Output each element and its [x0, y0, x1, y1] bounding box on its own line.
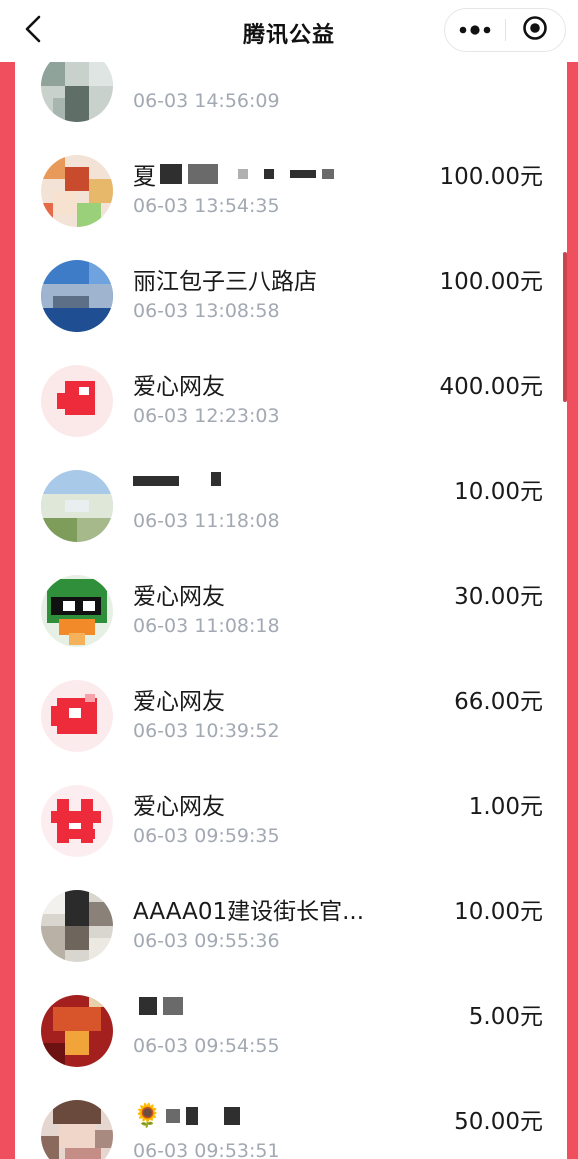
redacted-block	[185, 1106, 198, 1125]
more-dots-icon	[458, 21, 492, 40]
donation-time: 06-03 11:08:18	[133, 615, 280, 637]
donor-name: 夏	[133, 157, 340, 191]
donor-name: 爱心网友	[133, 689, 225, 715]
list-item[interactable]: 爱心网友 06-03 12:23:03 400.00元	[15, 329, 567, 437]
close-button[interactable]	[505, 9, 565, 51]
redacted-block	[188, 164, 218, 184]
avatar	[41, 680, 113, 752]
redacted-block	[238, 169, 248, 179]
donation-amount: 10.00元	[454, 479, 543, 505]
donor-name: 🌻	[133, 1102, 246, 1129]
list-item[interactable]: 爱心网友 06-03 11:08:18 30.00元	[15, 539, 567, 647]
mini-program-capsule	[444, 8, 566, 52]
donation-time: 06-03 09:59:35	[133, 825, 280, 847]
avatar	[41, 470, 113, 542]
donation-time: 06-03 12:23:03	[133, 405, 280, 427]
avatar	[41, 890, 113, 962]
donation-amount: 100.00元	[439, 269, 543, 295]
donation-amount: 100.00元	[439, 164, 543, 190]
donor-name: 爱心网友	[133, 794, 225, 820]
list-item[interactable]: 爱心网友 06-03 09:59:35 1.00元	[15, 749, 567, 857]
redacted-block	[290, 170, 316, 178]
donation-time: 06-03 09:55:36	[133, 930, 280, 952]
list-item[interactable]: 丽江包子三八路店 06-03 13:08:58 100.00元	[15, 224, 567, 332]
donation-time: 06-03 13:54:35	[133, 195, 280, 217]
list-item[interactable]: 🌻 06-03 09:53:51 50.00元	[15, 1064, 567, 1159]
list-item[interactable]: AAAA01建设街长官... 06-03 09:55:36 10.00元	[15, 854, 567, 962]
avatar	[41, 365, 113, 437]
nav-bar: 腾讯公益	[0, 0, 578, 62]
donor-name	[133, 472, 227, 486]
avatar	[41, 155, 113, 227]
redacted-block	[165, 1108, 180, 1123]
more-button[interactable]	[445, 9, 505, 51]
donation-time: 06-03 09:54:55	[133, 1035, 280, 1057]
redacted-block	[163, 997, 183, 1015]
donation-amount: 1.00元	[468, 794, 543, 820]
donation-amount: 10.00元	[454, 899, 543, 925]
avatar	[41, 785, 113, 857]
avatar	[41, 575, 113, 647]
donation-time: 06-03 09:53:51	[133, 1140, 280, 1159]
donation-time: 06-03 10:39:52	[133, 720, 280, 742]
record-circle-icon	[522, 15, 548, 45]
donation-time: 06-03 11:18:08	[133, 510, 280, 532]
redacted-block	[211, 472, 221, 486]
donation-amount: 5.00元	[468, 1004, 543, 1030]
donation-time: 06-03 14:56:09	[133, 90, 280, 112]
redacted-block	[139, 997, 157, 1015]
redacted-block	[264, 169, 274, 179]
avatar	[41, 62, 113, 122]
redacted-block	[223, 1106, 240, 1125]
donation-amount: 66.00元	[454, 689, 543, 715]
list-item[interactable]: 夏 06-03 13:54:35 100.00元	[15, 119, 567, 227]
redacted-block	[160, 164, 182, 184]
donor-name	[133, 997, 189, 1015]
donation-amount: 400.00元	[439, 374, 543, 400]
redacted-block	[133, 476, 179, 486]
donor-name: 丽江包子三八路店	[133, 269, 317, 295]
list-item[interactable]: 06-03 09:54:55 5.00元	[15, 959, 567, 1067]
list-item[interactable]: 06-03 14:56:09	[15, 62, 567, 122]
donation-list[interactable]: 06-03 14:56:09 夏 06-03 13:54:35 100.00元 …	[15, 62, 567, 1159]
donation-amount: 50.00元	[454, 1109, 543, 1135]
list-item[interactable]: 06-03 11:18:08 10.00元	[15, 434, 567, 542]
avatar	[41, 1100, 113, 1159]
donation-amount: 30.00元	[454, 584, 543, 610]
donor-name: 爱心网友	[133, 584, 225, 610]
donor-name: 爱心网友	[133, 374, 225, 400]
avatar	[41, 260, 113, 332]
avatar	[41, 995, 113, 1067]
list-item[interactable]: 爱心网友 06-03 10:39:52 66.00元	[15, 644, 567, 752]
donor-name: AAAA01建设街长官...	[133, 899, 365, 925]
redacted-block	[322, 169, 334, 179]
donation-time: 06-03 13:08:58	[133, 300, 280, 322]
